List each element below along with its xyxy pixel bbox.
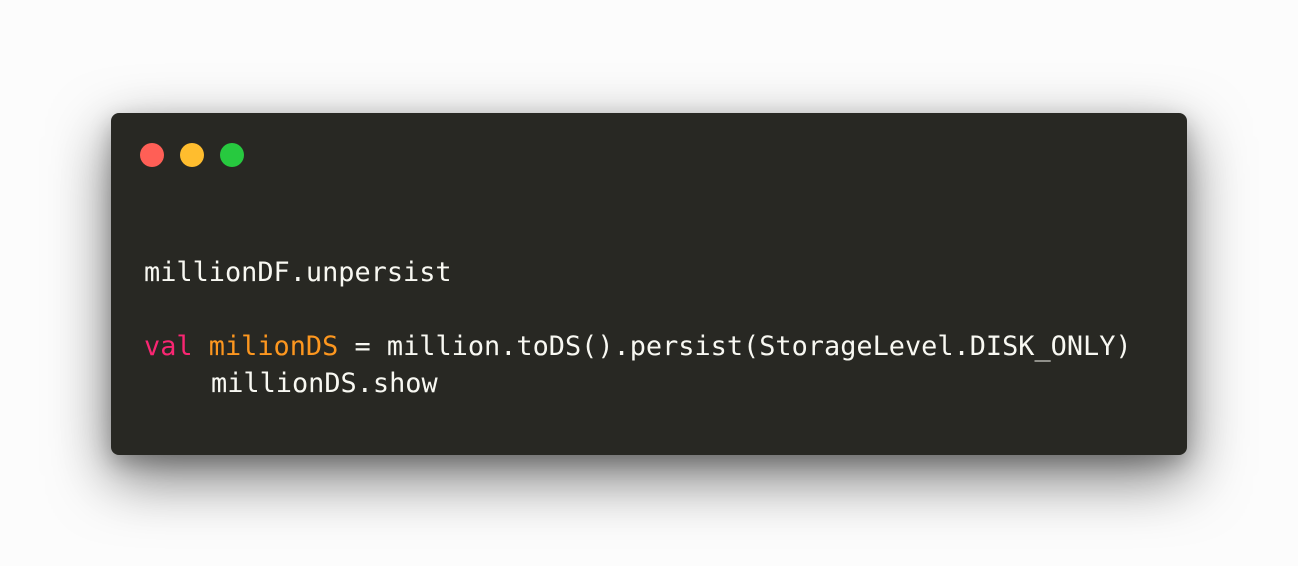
maximize-button[interactable] xyxy=(220,143,244,167)
close-button[interactable] xyxy=(140,143,164,167)
code-block: millionDF.unpersist val milionDS = millio… xyxy=(144,254,1132,402)
code-window: millionDF.unpersist val milionDS = millio… xyxy=(111,113,1187,455)
variable-name: milionDS xyxy=(208,331,339,362)
code-line-1: millionDF.unpersist xyxy=(144,257,452,288)
keyword-val: val xyxy=(144,331,193,362)
code-line-3: val milionDS = million.toDS().persist(St… xyxy=(144,328,1132,365)
code-line-4: millionDS.show xyxy=(211,368,438,399)
minimize-button[interactable] xyxy=(180,143,204,167)
code-expression: = million.toDS().persist(StorageLevel.DI… xyxy=(338,331,1132,362)
